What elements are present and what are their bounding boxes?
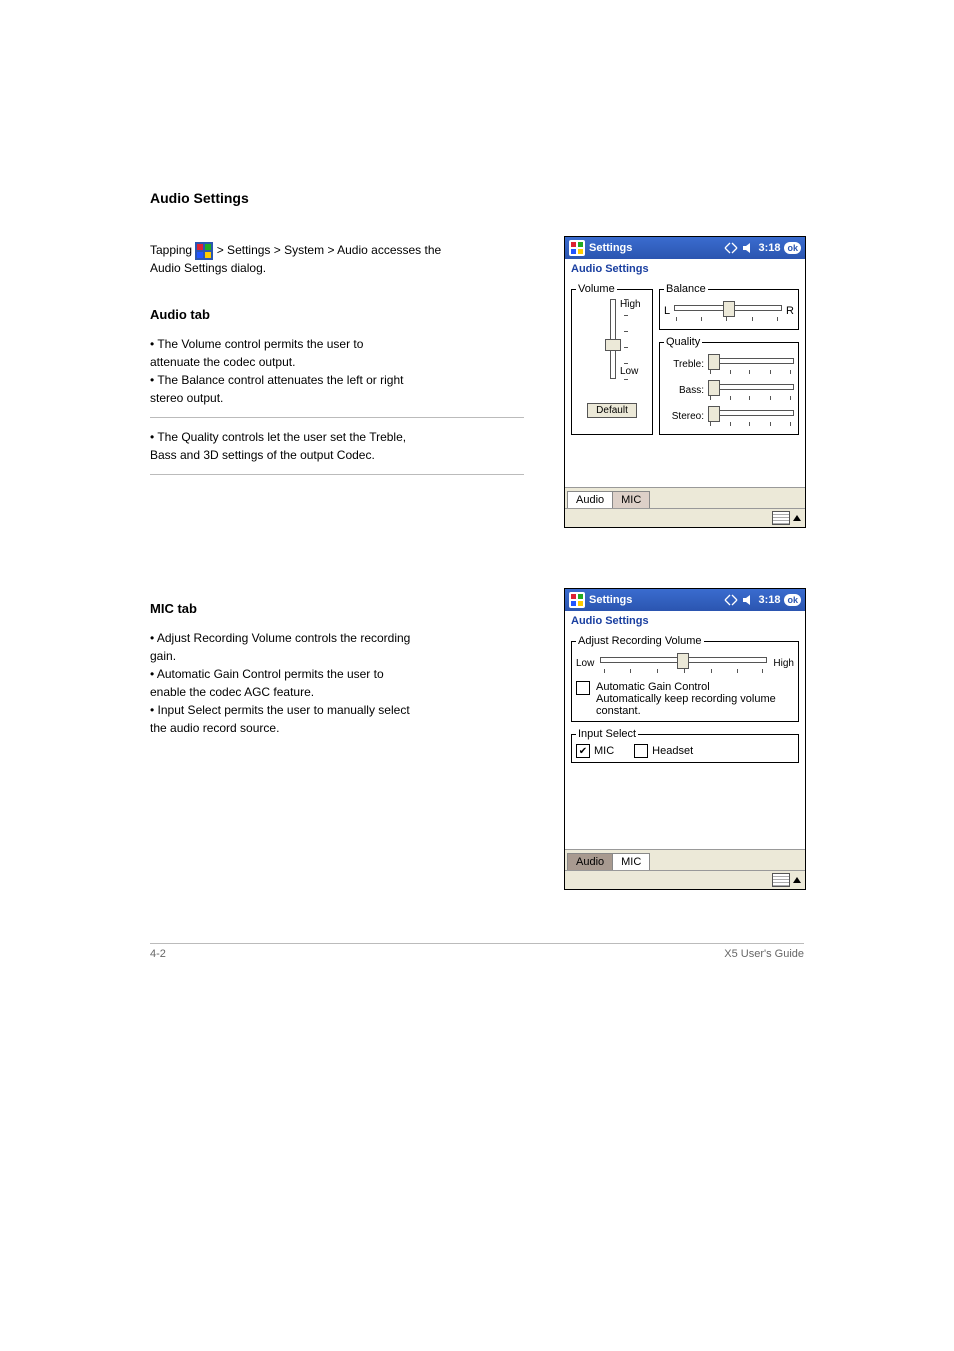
clock-time: 3:18 [758, 594, 780, 606]
tab-bar: Audio MIC [565, 487, 805, 508]
balance-right-label: R [786, 305, 794, 317]
mic-tab-heading: MIC tab [150, 601, 524, 616]
audio-tab-desc-2: • The Quality controls let the user set … [150, 428, 524, 464]
sip-bar [565, 508, 805, 527]
mic-label: MIC [594, 745, 614, 757]
agc-desc: Automatically keep recording volume cons… [596, 693, 776, 717]
tab-mic[interactable]: MIC [612, 491, 650, 508]
recording-volume-slider[interactable] [600, 653, 767, 667]
speaker-icon[interactable] [742, 242, 754, 254]
page-number: 4-2 [150, 948, 166, 960]
keyboard-icon[interactable] [772, 511, 790, 525]
balance-left-label: L [664, 305, 670, 317]
audio-tab-heading: Audio tab [150, 307, 524, 322]
bass-label: Bass: [664, 385, 704, 396]
treble-slider[interactable] [708, 354, 794, 368]
clock-time: 3:18 [758, 242, 780, 254]
doc-title: X5 User's Guide [724, 948, 804, 960]
titlebar: Settings 3:18 ok [565, 237, 805, 259]
tab-mic[interactable]: MIC [612, 853, 650, 870]
title-text: Settings [589, 594, 720, 606]
volume-legend: Volume [576, 283, 617, 295]
title-text: Settings [589, 242, 720, 254]
windows-flag-icon [569, 592, 585, 608]
agc-checkbox[interactable] [576, 681, 590, 695]
headset-label: Headset [652, 745, 693, 757]
arv-low-label: Low [576, 658, 594, 669]
tab-audio[interactable]: Audio [567, 491, 613, 508]
default-button[interactable]: Default [587, 403, 637, 418]
keyboard-icon[interactable] [772, 873, 790, 887]
mic-settings-screenshot: Settings 3:18 ok Audio Settings Adjust R… [564, 588, 806, 890]
sip-arrow-icon[interactable] [793, 515, 801, 521]
connectivity-icon[interactable] [724, 242, 738, 254]
ok-button[interactable]: ok [784, 242, 801, 254]
headset-checkbox[interactable] [634, 744, 648, 758]
agc-label: Automatic Gain Control [596, 681, 710, 693]
section-heading: Audio Settings [150, 190, 804, 206]
page-title: Audio Settings [565, 259, 805, 279]
page-footer: 4-2 X5 User's Guide [150, 943, 804, 960]
stereo-label: Stereo: [664, 411, 704, 422]
tab-bar: Audio MIC [565, 849, 805, 870]
volume-low-label: Low [620, 366, 638, 377]
arv-legend: Adjust Recording Volume [576, 635, 704, 647]
balance-slider[interactable] [674, 301, 782, 315]
bass-slider[interactable] [708, 380, 794, 394]
divider [150, 474, 524, 475]
tab-audio[interactable]: Audio [567, 853, 613, 870]
mic-tab-desc: • Adjust Recording Volume controls the r… [150, 629, 524, 737]
ok-button[interactable]: ok [784, 594, 801, 606]
connectivity-icon[interactable] [724, 594, 738, 606]
speaker-icon[interactable] [742, 594, 754, 606]
titlebar: Settings 3:18 ok [565, 589, 805, 611]
windows-start-icon [195, 242, 213, 260]
stereo-slider[interactable] [708, 406, 794, 420]
intro-text: Tapping > Settings > System > Audio acce… [150, 242, 524, 277]
quality-legend: Quality [664, 336, 702, 348]
audio-tab-desc: • The Volume control permits the user to… [150, 335, 524, 407]
windows-flag-icon [569, 240, 585, 256]
treble-label: Treble: [664, 359, 704, 370]
audio-settings-screenshot: Settings 3:18 ok Audio Settings [564, 236, 806, 528]
sip-bar [565, 870, 805, 889]
divider [150, 417, 524, 418]
mic-checkbox[interactable] [576, 744, 590, 758]
input-select-legend: Input Select [576, 728, 638, 740]
balance-legend: Balance [664, 283, 708, 295]
sip-arrow-icon[interactable] [793, 877, 801, 883]
page-title: Audio Settings [565, 611, 805, 631]
volume-slider[interactable] [604, 299, 620, 379]
arv-high-label: High [773, 658, 794, 669]
